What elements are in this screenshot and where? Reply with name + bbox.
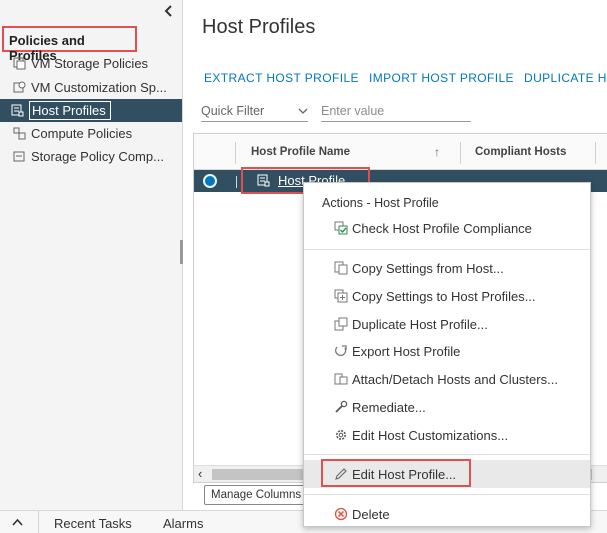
chevron-down-icon [298, 108, 308, 114]
context-menu-title: Actions - Host Profile [322, 196, 439, 210]
row-separator [236, 176, 237, 188]
bar-separator [38, 511, 39, 533]
menu-item-label: Check Host Profile Compliance [352, 220, 532, 236]
column-header-compliant-hosts[interactable]: Compliant Hosts [475, 146, 566, 158]
menu-item-copy-from-host[interactable]: Copy Settings from Host... [304, 256, 590, 280]
sidebar-item-label: Host Profiles [29, 101, 111, 120]
copy-to-profiles-icon [333, 289, 348, 304]
tab-recent-tasks[interactable]: Recent Tasks [54, 516, 132, 531]
menu-item-label: Copy Settings to Host Profiles... [352, 288, 536, 304]
sidebar-item-label: VM Customization Sp... [31, 80, 167, 95]
menu-separator [304, 249, 590, 250]
gear-icon [333, 428, 348, 443]
column-header-host-profile-name[interactable]: Host Profile Name [251, 146, 350, 158]
quick-filter-label: Quick Filter [201, 104, 265, 118]
column-separator[interactable] [460, 142, 461, 164]
chevron-left-icon [164, 5, 172, 17]
row-select-radio[interactable] [203, 174, 217, 188]
sidebar-item-label: Storage Policy Comp... [31, 149, 164, 164]
actions-context-menu: Actions - Host Profile Check Host Profil… [303, 182, 591, 527]
wrench-icon [333, 400, 348, 415]
compliance-check-icon [333, 221, 348, 236]
scroll-left-icon[interactable]: ‹ [198, 466, 202, 481]
menu-item-delete[interactable]: Delete [304, 502, 590, 526]
sidebar-item-host-profiles[interactable]: Host Profiles [0, 99, 182, 122]
menu-item-edit-customizations[interactable]: Edit Host Customizations... [304, 423, 590, 447]
manage-columns-button[interactable]: Manage Columns [204, 485, 309, 505]
menu-item-label: Duplicate Host Profile... [352, 316, 488, 332]
menu-item-copy-to-profiles[interactable]: Copy Settings to Host Profiles... [304, 284, 590, 308]
extract-host-profile-button[interactable]: EXTRACT HOST PROFILE [204, 71, 359, 85]
delete-icon [333, 507, 348, 522]
sidebar-item-label: VM Storage Policies [31, 56, 149, 71]
menu-item-remediate[interactable]: Remediate... [304, 395, 590, 419]
column-separator [235, 142, 236, 164]
tab-alarms[interactable]: Alarms [163, 516, 203, 531]
column-separator[interactable] [595, 142, 596, 164]
filter-value-input[interactable] [321, 101, 471, 122]
quick-filter-select[interactable]: Quick Filter [201, 101, 308, 122]
sidebar-item-label: Compute Policies [31, 126, 133, 141]
import-host-profile-button[interactable]: IMPORT HOST PROFILE [369, 71, 514, 85]
page-title: Host Profiles [202, 16, 316, 38]
collapse-sidebar-button[interactable] [160, 4, 178, 22]
menu-item-label: Edit Host Customizations... [352, 427, 509, 443]
attach-detach-icon [333, 372, 348, 387]
duplicate-icon [333, 317, 348, 332]
storage-policy-icon [12, 150, 26, 164]
sidebar-item-storage-policy-components[interactable]: Storage Policy Comp... [0, 145, 182, 168]
vm-customization-icon [12, 81, 26, 95]
menu-item-label: Delete [352, 506, 390, 522]
menu-item-attach-detach[interactable]: Attach/Detach Hosts and Clusters... [304, 367, 590, 391]
copy-from-host-icon [333, 261, 348, 276]
sidebar-item-vm-storage-policies[interactable]: VM Storage Policies [0, 52, 182, 75]
sidebar-resize-handle[interactable] [180, 240, 183, 264]
sidebar-item-vm-customization[interactable]: VM Customization Sp... [0, 76, 182, 99]
menu-item-label: Export Host Profile [352, 343, 461, 359]
compute-policy-icon [12, 127, 26, 141]
host-profile-icon [10, 104, 24, 118]
menu-item-duplicate[interactable]: Duplicate Host Profile... [304, 312, 590, 336]
menu-separator [304, 494, 590, 495]
vm-storage-policy-icon [12, 57, 26, 71]
menu-item-export[interactable]: Export Host Profile [304, 339, 590, 363]
grid-header: Host Profile Name ↑ Compliant Hosts [194, 134, 607, 170]
menu-item-label: Attach/Detach Hosts and Clusters... [352, 371, 558, 387]
host-profile-icon [257, 174, 270, 190]
sidebar-item-compute-policies[interactable]: Compute Policies [0, 122, 182, 145]
chevron-up-icon[interactable] [12, 514, 23, 529]
sidebar-heading: Policies and Profiles [2, 26, 137, 63]
menu-item-label: Remediate... [352, 399, 426, 415]
menu-item-check-compliance[interactable]: Check Host Profile Compliance [304, 216, 590, 240]
export-icon [333, 344, 348, 359]
menu-separator [304, 454, 590, 455]
duplicate-host-profile-button[interactable]: DUPLICATE HO [524, 71, 607, 85]
sidebar: Policies and Profiles VM Storage Policie… [0, 0, 183, 510]
sort-ascending-icon[interactable]: ↑ [434, 145, 440, 159]
menu-item-label: Copy Settings from Host... [352, 260, 504, 276]
highlight-annotation-box [321, 459, 471, 487]
